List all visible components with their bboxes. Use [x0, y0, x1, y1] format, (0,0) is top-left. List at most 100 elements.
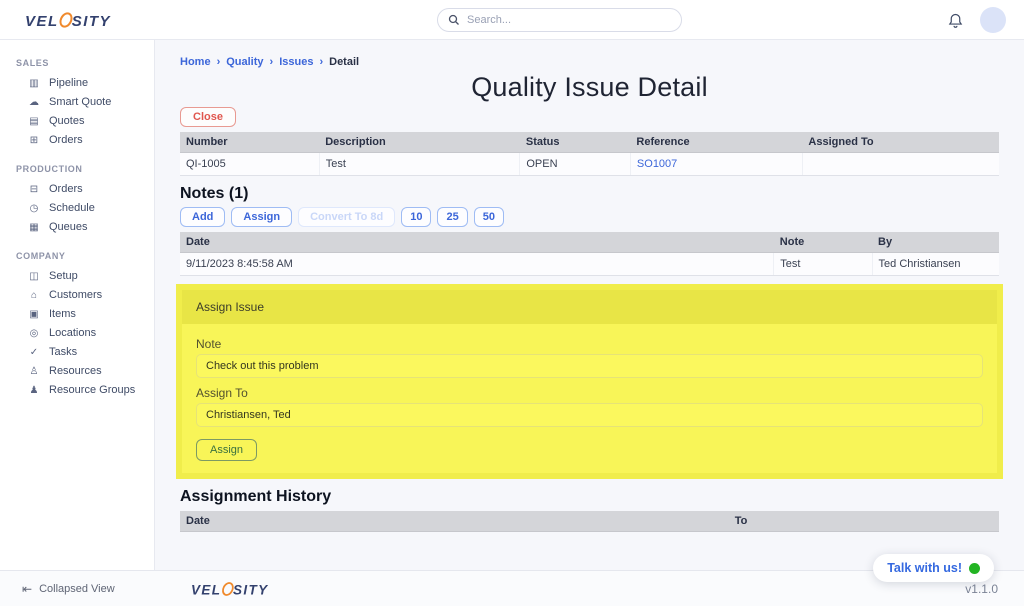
- global-search: [437, 8, 682, 32]
- history-col-date: Date: [180, 511, 729, 532]
- resource-groups-icon: ♟: [28, 385, 40, 396]
- notes-col-by: By: [872, 232, 999, 253]
- breadcrumb-home[interactable]: Home: [180, 56, 211, 68]
- sidebar-item-label: Resources: [49, 366, 102, 377]
- note-field[interactable]: [196, 354, 983, 378]
- brand-logo-text-post: SITY: [72, 13, 111, 30]
- orders-icon: ⊞: [28, 135, 40, 146]
- chat-launcher[interactable]: Talk with us!: [873, 554, 994, 582]
- sidebar-item-setup[interactable]: ◫ Setup: [0, 267, 154, 286]
- note-text-cell: Test: [774, 253, 872, 276]
- sidebar-item-resource-groups[interactable]: ♟ Resource Groups: [0, 381, 154, 400]
- sidebar-item-quotes[interactable]: ▤ Quotes: [0, 112, 154, 131]
- sidebar-item-label: Setup: [49, 271, 78, 282]
- sidebar-item-queues[interactable]: ▦ Queues: [0, 218, 154, 237]
- issue-description-cell: Test: [319, 153, 520, 176]
- app-body: SALES ▥ Pipeline ☁ Smart Quote ▤ Quotes …: [0, 40, 1024, 570]
- close-button[interactable]: Close: [180, 107, 236, 127]
- brand-logo[interactable]: VEL SITY: [25, 10, 111, 30]
- notes-table-header-row: Date Note By: [180, 232, 999, 253]
- sidebar-item-label: Resource Groups: [49, 385, 135, 396]
- footer-logo-text-pre: VEL: [191, 582, 221, 597]
- assign-issue-panel-body: Note Assign To Assign: [182, 324, 997, 473]
- page-size-50-button[interactable]: 50: [474, 207, 504, 227]
- history-col-to: To: [729, 511, 999, 532]
- collapsed-view-label: Collapsed View: [39, 583, 115, 595]
- notes-heading: Notes (1): [180, 185, 999, 203]
- assign-to-field[interactable]: [196, 403, 983, 427]
- footer-brand-logo: VELSITY: [191, 580, 268, 598]
- sidebar-section-label: PRODUCTION: [0, 164, 154, 180]
- sidebar-item-label: Orders: [49, 135, 83, 146]
- top-bar: VEL SITY: [0, 0, 1024, 40]
- assign-note-button[interactable]: Assign: [231, 207, 292, 227]
- sidebar-section-company: COMPANY ◫ Setup ⌂ Customers ▣ Items ◎ Lo…: [0, 251, 154, 400]
- main-content: Home › Quality › Issues › Detail Quality…: [155, 40, 1024, 570]
- page-size-25-button[interactable]: 25: [437, 207, 467, 227]
- issue-table-row: QI-1005 Test OPEN SO1007: [180, 153, 999, 176]
- notes-table-row: 9/11/2023 8:45:58 AM Test Ted Christians…: [180, 253, 999, 276]
- user-avatar[interactable]: [980, 7, 1006, 33]
- issue-assigned-to-cell: [802, 153, 999, 176]
- chat-online-dot-icon: [969, 563, 980, 574]
- sidebar-item-label: Queues: [49, 222, 88, 233]
- breadcrumb-separator: ›: [319, 56, 323, 68]
- convert-to-8d-button[interactable]: Convert To 8d: [298, 207, 395, 227]
- schedule-clock-icon: ◷: [28, 203, 40, 214]
- sidebar-item-label: Orders: [49, 184, 83, 195]
- sidebar-section-sales: SALES ▥ Pipeline ☁ Smart Quote ▤ Quotes …: [0, 58, 154, 150]
- sidebar-item-label: Pipeline: [49, 78, 88, 89]
- sidebar-item-locations[interactable]: ◎ Locations: [0, 324, 154, 343]
- sidebar-item-label: Tasks: [49, 347, 77, 358]
- search-input[interactable]: [467, 14, 671, 26]
- issue-status-cell: OPEN: [520, 153, 631, 176]
- queues-icon: ▦: [28, 222, 40, 233]
- items-icon: ▣: [28, 309, 40, 320]
- notes-col-date: Date: [180, 232, 774, 253]
- sidebar-section-production: PRODUCTION ⊟ Orders ◷ Schedule ▦ Queues: [0, 164, 154, 237]
- sidebar-section-label: COMPANY: [0, 251, 154, 267]
- sidebar-item-label: Items: [49, 309, 76, 320]
- breadcrumb-separator: ›: [270, 56, 274, 68]
- sidebar-item-label: Quotes: [49, 116, 84, 127]
- sidebar-item-customers[interactable]: ⌂ Customers: [0, 286, 154, 305]
- notifications-bell-icon[interactable]: [947, 12, 964, 29]
- sidebar-item-pipeline[interactable]: ▥ Pipeline: [0, 74, 154, 93]
- breadcrumb-quality[interactable]: Quality: [226, 56, 263, 68]
- chat-label: Talk with us!: [887, 561, 962, 575]
- smart-quote-icon: ☁: [28, 97, 40, 108]
- sidebar-item-smart-quote[interactable]: ☁ Smart Quote: [0, 93, 154, 112]
- add-note-button[interactable]: Add: [180, 207, 225, 227]
- assignment-history-heading: Assignment History: [180, 488, 999, 506]
- sidebar-item-production-orders[interactable]: ⊟ Orders: [0, 180, 154, 199]
- assign-submit-button[interactable]: Assign: [196, 439, 257, 461]
- brand-logo-text-pre: VEL: [25, 13, 59, 30]
- page-title: Quality Issue Detail: [180, 72, 999, 103]
- page-size-10-button[interactable]: 10: [401, 207, 431, 227]
- issue-col-assigned-to: Assigned To: [802, 132, 999, 153]
- footer: ⇤ Collapsed View VELSITY v1.1.0: [0, 570, 1024, 606]
- issue-number-cell: QI-1005: [180, 153, 319, 176]
- note-by-cell: Ted Christiansen: [872, 253, 999, 276]
- orders-icon: ⊟: [28, 184, 40, 195]
- sidebar-item-label: Customers: [49, 290, 102, 301]
- collapse-arrow-icon: ⇤: [22, 582, 32, 596]
- breadcrumb-issues[interactable]: Issues: [279, 56, 313, 68]
- notes-col-note: Note: [774, 232, 872, 253]
- sidebar-item-resources[interactable]: ♙ Resources: [0, 362, 154, 381]
- issue-col-number: Number: [180, 132, 319, 153]
- tasks-icon: ✓: [28, 347, 40, 358]
- sidebar-item-sales-orders[interactable]: ⊞ Orders: [0, 131, 154, 150]
- sidebar-item-items[interactable]: ▣ Items: [0, 305, 154, 324]
- notes-table: Date Note By 9/11/2023 8:45:58 AM Test T…: [180, 232, 999, 276]
- issue-reference-link[interactable]: SO1007: [630, 153, 802, 176]
- issue-table: Number Description Status Reference Assi…: [180, 132, 999, 176]
- sidebar-item-tasks[interactable]: ✓ Tasks: [0, 343, 154, 362]
- breadcrumb: Home › Quality › Issues › Detail: [180, 56, 999, 68]
- sidebar-item-schedule[interactable]: ◷ Schedule: [0, 199, 154, 218]
- issue-col-status: Status: [520, 132, 631, 153]
- collapsed-view-toggle[interactable]: ⇤ Collapsed View: [0, 582, 155, 596]
- breadcrumb-current: Detail: [329, 56, 359, 68]
- pipeline-icon: ▥: [28, 78, 40, 89]
- assignment-history-table: Date To: [180, 511, 999, 532]
